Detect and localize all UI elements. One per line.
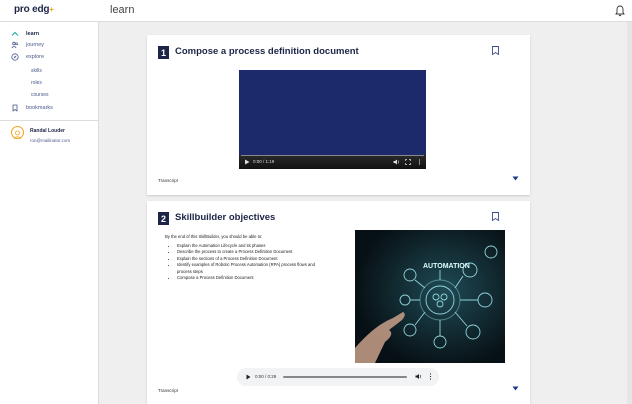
page-title: learn xyxy=(110,4,135,16)
play-icon[interactable] xyxy=(244,159,250,165)
lesson-card-1: 1 Compose a process definition document … xyxy=(147,35,530,195)
objective-item: Compose a Process Definition Document xyxy=(177,275,329,281)
user-email: ron@mailinator.com xyxy=(30,138,71,143)
play-icon[interactable] xyxy=(246,374,251,380)
bookmark-icon[interactable] xyxy=(492,212,499,221)
chevron-down-icon[interactable] xyxy=(512,176,519,181)
objectives-intro: By the end of this SkillBuilder, you sho… xyxy=(165,234,263,239)
user-name: Randal Louder xyxy=(30,128,66,134)
step-number: 2 xyxy=(158,212,169,225)
volume-icon[interactable] xyxy=(393,159,400,165)
sidebar-item-label: learn xyxy=(26,31,40,37)
scrollbar[interactable] xyxy=(627,22,632,404)
transcript-label[interactable]: Transcript xyxy=(158,388,178,393)
bookmark-icon xyxy=(12,104,18,112)
sidebar-item-learn[interactable]: learn xyxy=(11,29,39,39)
automation-label: AUTOMATION xyxy=(423,263,470,270)
avatar[interactable] xyxy=(11,126,24,140)
users-icon xyxy=(11,41,19,49)
objectives-list: Explain the Automation Lifecycle and its… xyxy=(177,243,329,281)
bell-icon[interactable] xyxy=(615,5,625,17)
automation-graphic: AUTOMATION xyxy=(355,230,505,363)
app-logo[interactable]: pro edg+ xyxy=(14,4,54,15)
transcript-label[interactable]: Transcript xyxy=(158,178,178,183)
top-bar: pro edg+ learn xyxy=(0,0,632,22)
card-title: Skillbuilder objectives xyxy=(175,212,276,223)
fullscreen-icon[interactable] xyxy=(405,159,411,165)
card-title: Compose a process definition document xyxy=(175,46,359,57)
more-options-icon[interactable] xyxy=(429,373,432,380)
volume-icon[interactable] xyxy=(415,373,422,380)
sidebar-item-journey[interactable]: journey xyxy=(11,40,44,50)
sidebar-divider xyxy=(0,120,99,121)
user-icon xyxy=(13,130,22,140)
audio-player[interactable]: 0:00 / 0:29 xyxy=(237,368,439,386)
bookmark-icon[interactable] xyxy=(492,46,499,55)
objective-item: Identify examples of Robotic Process Aut… xyxy=(177,262,329,275)
video-controls: 0:00 / 1:19 xyxy=(239,155,426,169)
audio-time: 0:00 / 0:29 xyxy=(255,374,277,379)
sidebar-item-label: bookmarks xyxy=(26,105,53,111)
video-progress-bar[interactable] xyxy=(241,155,424,156)
sidebar-item-bookmarks[interactable]: bookmarks xyxy=(11,103,53,113)
chevron-down-icon[interactable] xyxy=(512,386,519,391)
automation-illustration: AUTOMATION xyxy=(355,230,505,363)
sidebar-item-label: journey xyxy=(26,42,45,48)
audio-progress-bar[interactable] xyxy=(283,376,407,378)
sidebar-subitem-skills[interactable]: skills xyxy=(31,68,42,74)
chevron-up-icon xyxy=(11,31,19,36)
sidebar-item-label: explore xyxy=(26,54,45,60)
more-options-icon[interactable] xyxy=(418,159,421,165)
step-number: 1 xyxy=(158,46,169,59)
sidebar-subitem-courses[interactable]: courses xyxy=(31,92,49,98)
video-player[interactable]: 0:00 / 1:19 xyxy=(239,70,426,169)
lesson-card-2: 2 Skillbuilder objectives By the end of … xyxy=(147,201,530,404)
sidebar: learn journey explore skills roles cours… xyxy=(0,22,99,404)
sidebar-item-explore[interactable]: explore xyxy=(11,52,44,62)
video-time: 0:00 / 1:19 xyxy=(253,159,275,164)
sidebar-subitem-roles[interactable]: roles xyxy=(31,80,42,86)
compass-icon xyxy=(11,53,19,61)
